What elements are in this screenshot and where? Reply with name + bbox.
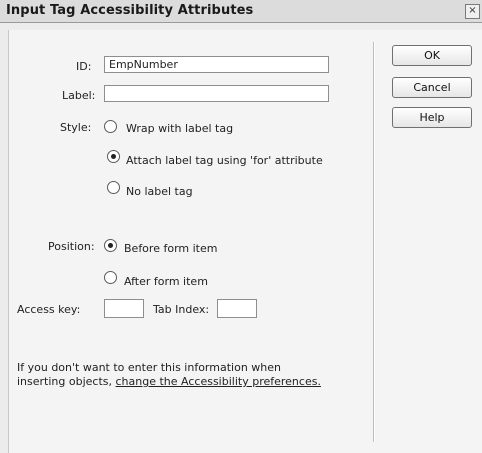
- help-button[interactable]: Help: [392, 107, 472, 128]
- position-radio-before[interactable]: [104, 239, 117, 252]
- accessibility-preferences-link[interactable]: change the Accessibility preferences.: [116, 375, 321, 388]
- position-option-after-label: After form item: [124, 275, 208, 288]
- label-input[interactable]: [104, 85, 329, 102]
- position-radio-after[interactable]: [104, 271, 117, 284]
- position-option-before-label: Before form item: [124, 242, 218, 255]
- style-label: Style:: [60, 121, 92, 134]
- tab-index-input[interactable]: [217, 299, 257, 318]
- dialog-title: Input Tag Accessibility Attributes: [6, 3, 254, 18]
- ok-button[interactable]: OK: [392, 45, 472, 66]
- style-option-attach-label: Attach label tag using 'for' attribute: [126, 154, 323, 167]
- cancel-button[interactable]: Cancel: [392, 77, 472, 98]
- style-radio-wrap[interactable]: [104, 120, 117, 133]
- access-key-label: Access key:: [17, 303, 81, 316]
- button-separator: [373, 42, 374, 442]
- info-text-prefix: inserting objects,: [17, 375, 116, 388]
- style-option-none-label: No label tag: [126, 185, 193, 198]
- tab-index-label: Tab Index:: [153, 303, 210, 316]
- label-label: Label:: [62, 89, 96, 102]
- style-radio-no-label[interactable]: [107, 181, 120, 194]
- title-bar: Input Tag Accessibility Attributes ×: [0, 0, 482, 23]
- close-icon[interactable]: ×: [465, 4, 480, 19]
- id-label: ID:: [76, 60, 92, 73]
- access-key-input[interactable]: [104, 299, 144, 318]
- id-input[interactable]: [104, 56, 329, 73]
- style-radio-attach-for[interactable]: [107, 150, 120, 163]
- style-option-wrap-label: Wrap with label tag: [126, 122, 234, 135]
- accessibility-dialog: Input Tag Accessibility Attributes × ID:…: [0, 0, 482, 453]
- position-label: Position:: [48, 240, 95, 253]
- info-text-line1: If you don't want to enter this informat…: [17, 361, 281, 374]
- info-text-line2: inserting objects, change the Accessibil…: [17, 375, 321, 388]
